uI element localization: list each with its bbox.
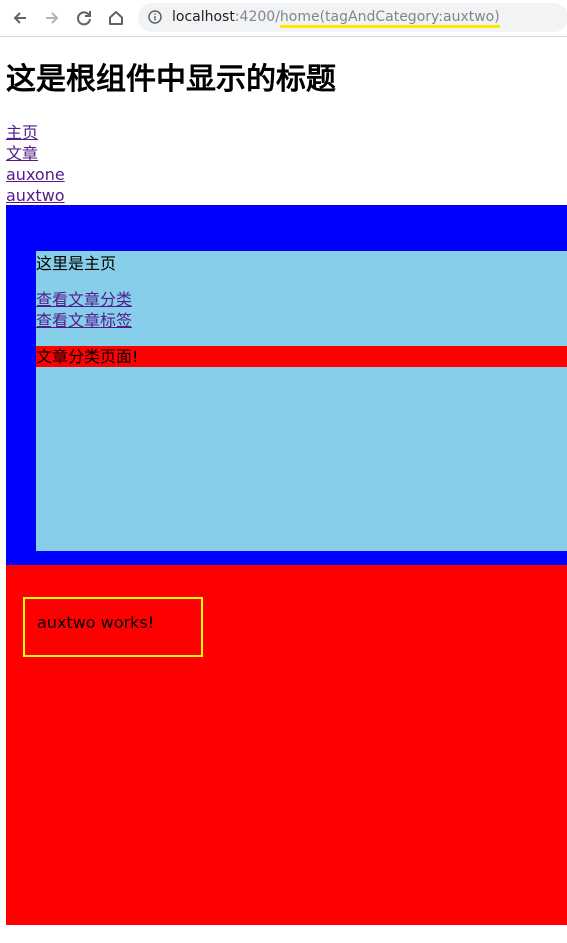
nav-link-auxone[interactable]: auxone [6, 164, 65, 185]
home-links: 查看文章分类 查看文章标签 [36, 289, 132, 331]
home-text: 这里是主页 [36, 254, 117, 273]
auxtwo-component: auxtwo works! [23, 597, 203, 657]
home-component: 这里是主页 查看文章分类 查看文章标签 文章分类页面! [36, 251, 567, 551]
url-host: localhost [172, 9, 235, 25]
url-port: :4200/ [234, 9, 280, 25]
reload-icon [77, 11, 91, 26]
main-nav: 主页 文章 auxone auxtwo [6, 122, 65, 206]
home-icon [109, 11, 123, 25]
nav-link-article[interactable]: 文章 [6, 143, 65, 164]
arrow-left-icon [13, 12, 26, 24]
aux-router-outlet: auxtwo works! [6, 565, 567, 925]
home-button[interactable] [104, 6, 128, 30]
info-icon[interactable] [148, 10, 162, 24]
view-category-link[interactable]: 查看文章分类 [36, 289, 132, 310]
nav-link-home[interactable]: 主页 [6, 122, 65, 143]
address-bar[interactable]: localhost:4200/home(tagAndCategory:auxtw… [138, 3, 567, 32]
reload-button[interactable] [72, 6, 96, 30]
forward-button[interactable] [40, 6, 64, 30]
browser-toolbar: localhost:4200/home(tagAndCategory:auxtw… [0, 0, 567, 37]
url-path: home(tagAndCategory:auxtwo) [279, 9, 500, 28]
back-button[interactable] [8, 6, 32, 30]
page-title: 这是根组件中显示的标题 [6, 62, 336, 97]
nav-link-auxtwo[interactable]: auxtwo [6, 185, 65, 206]
primary-router-outlet: 这里是主页 查看文章分类 查看文章标签 文章分类页面! [6, 205, 567, 565]
category-page-text: 文章分类页面! [36, 346, 567, 367]
auxtwo-text: auxtwo works! [37, 613, 155, 632]
url-text[interactable]: localhost:4200/home(tagAndCategory:auxtw… [172, 9, 500, 28]
view-tag-link[interactable]: 查看文章标签 [36, 310, 132, 331]
arrow-right-icon [46, 12, 59, 24]
